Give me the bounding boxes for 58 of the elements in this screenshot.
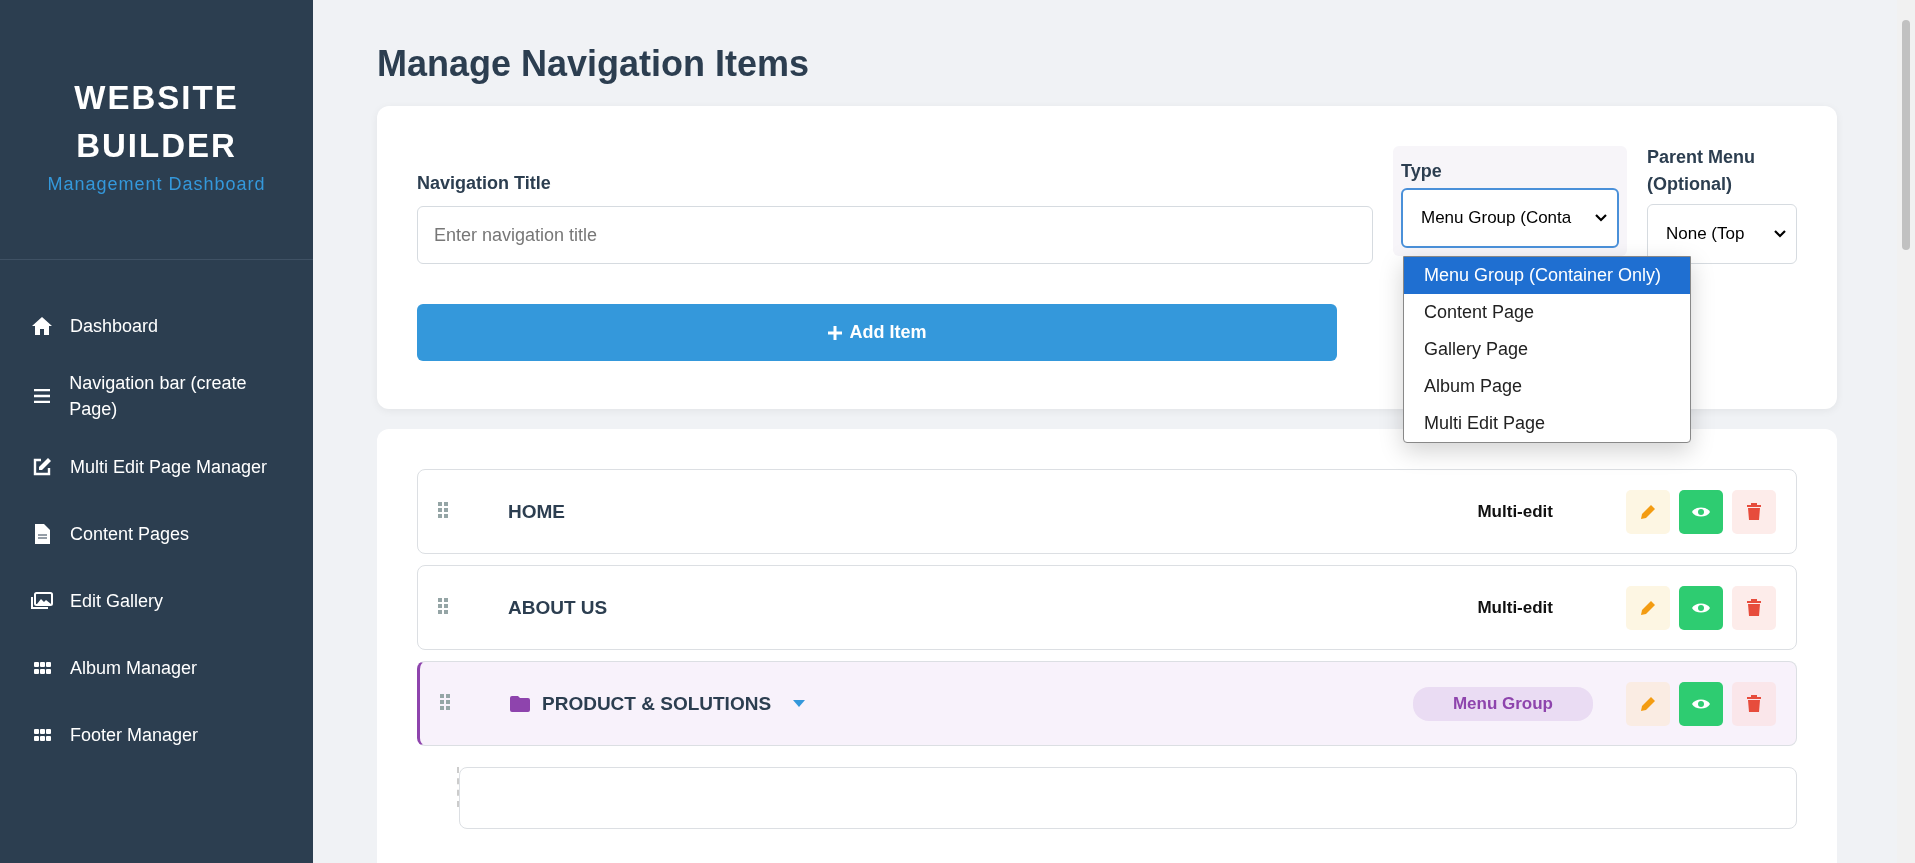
navigation-title-field[interactable]: Enter navigation title <box>417 206 1373 264</box>
sidebar-item[interactable]: Album Manager <box>70 654 198 681</box>
dropdown-option[interactable]: Gallery Page <box>1404 331 1690 368</box>
nav-item-title: HOME <box>508 500 565 523</box>
folder-icon <box>510 695 530 712</box>
type-label: Multi-edit <box>1477 501 1553 522</box>
field-label: Type <box>1401 160 1443 183</box>
scrollbar-thumb[interactable] <box>1902 20 1910 250</box>
page-title: Manage Navigation Items <box>377 42 811 86</box>
view-button[interactable] <box>1679 585 1723 630</box>
sidebar-item[interactable]: Multi Edit Page Manager <box>70 453 268 480</box>
grid-icon <box>33 728 51 741</box>
dropdown-option[interactable]: Multi Edit Page <box>1404 405 1690 442</box>
parent-menu-select[interactable]: None (Top <box>1647 204 1797 264</box>
type-select[interactable]: Menu Group (Conta <box>1401 188 1619 248</box>
edit-button[interactable] <box>1626 585 1670 630</box>
dropdown-option[interactable]: Content Page <box>1404 294 1690 331</box>
chevron-down-icon <box>1595 214 1607 222</box>
sidebar-item[interactable]: Navigation bar (create Page) <box>69 370 293 422</box>
drag-handle-icon[interactable] <box>438 501 448 518</box>
edit-button[interactable] <box>1626 681 1670 726</box>
sidebar-item[interactable]: Edit Gallery <box>70 587 164 614</box>
menu-group-badge: Menu Group <box>1412 686 1593 721</box>
delete-button[interactable] <box>1732 681 1776 726</box>
sidebar-item[interactable]: Footer Manager <box>70 721 199 748</box>
plus-icon <box>827 324 844 341</box>
pencil-icon <box>1640 503 1656 520</box>
field-label: Navigation Title <box>417 172 552 195</box>
pencil-icon <box>1640 599 1656 616</box>
sidebar-item[interactable]: Content Pages <box>70 520 190 547</box>
dropdown-option[interactable]: Menu Group (Container Only) <box>1404 257 1690 294</box>
type-label: Multi-edit <box>1477 597 1553 618</box>
edit-icon <box>32 456 52 477</box>
nav-item-title: ABOUT US <box>508 596 608 619</box>
dropdown-option[interactable]: Album Page <box>1404 368 1690 405</box>
nav-item-title: PRODUCT & SOLUTIONS <box>542 692 772 715</box>
delete-button[interactable] <box>1732 585 1776 630</box>
home-icon <box>31 315 53 336</box>
trash-icon <box>1747 695 1761 712</box>
chevron-down-icon <box>1774 230 1786 238</box>
menu-icon <box>33 389 50 403</box>
grid-icon <box>33 661 51 674</box>
trash-icon <box>1747 599 1761 616</box>
drag-handle-icon[interactable] <box>438 597 448 614</box>
app-title: WEBSITE BUILDER <box>73 78 240 166</box>
images-icon <box>31 591 53 610</box>
delete-button[interactable] <box>1732 489 1776 534</box>
pencil-icon <box>1640 695 1656 712</box>
field-label: Parent Menu (Optional) <box>1647 146 1757 196</box>
view-button[interactable] <box>1679 681 1723 726</box>
sidebar-item[interactable]: Dashboard <box>70 312 159 339</box>
caret-icon[interactable] <box>793 699 806 708</box>
edit-button[interactable] <box>1626 489 1670 534</box>
drag-handle-icon[interactable] <box>440 693 450 710</box>
app-subtitle: Management Dashboard <box>47 174 266 195</box>
view-button[interactable] <box>1679 489 1723 534</box>
document-icon <box>34 523 50 544</box>
trash-icon <box>1747 503 1761 520</box>
